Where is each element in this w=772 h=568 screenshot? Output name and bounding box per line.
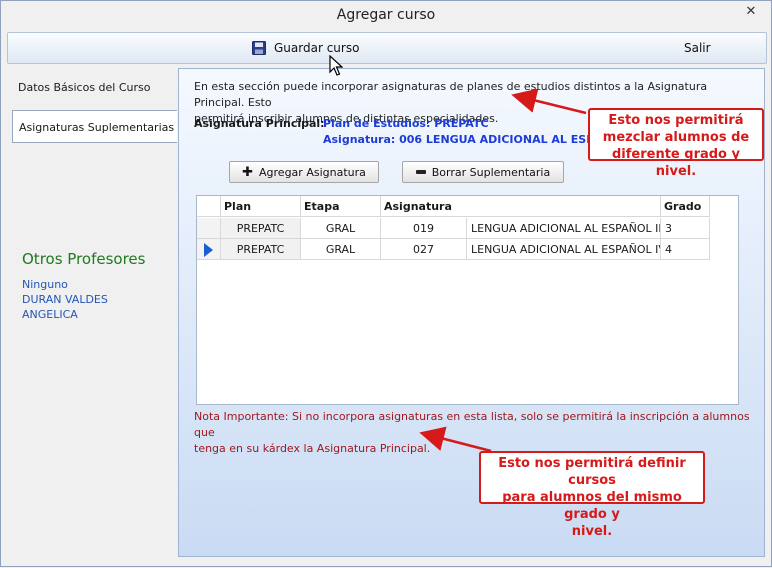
table-row[interactable]: PREPATC GRAL 027 LENGUA ADICIONAL AL ESP…: [197, 239, 710, 260]
exit-button[interactable]: Salir: [684, 41, 711, 55]
sidebar-item-datos-basicos[interactable]: Datos Básicos del Curso: [12, 71, 177, 104]
triangle-right-icon: [204, 243, 213, 257]
table-header-row: Plan Etapa Asignatura Grado: [197, 196, 710, 217]
table-row[interactable]: PREPATC GRAL 019 LENGUA ADICIONAL AL ESP…: [197, 218, 710, 239]
dialog-window: Agregar curso ✕ Guardar curso Salir Dato…: [0, 0, 772, 567]
column-header-plan[interactable]: Plan: [221, 196, 301, 217]
plan-value: Plan de Estudios: PREPATC: [323, 117, 489, 130]
important-note: Nota Importante: Si no incorpora asignat…: [194, 409, 754, 457]
other-teachers-title: Otros Profesores: [22, 250, 146, 268]
close-button[interactable]: ✕: [737, 3, 765, 21]
cell-grado[interactable]: 3: [661, 218, 710, 239]
other-teacher-item: Ninguno: [22, 278, 68, 291]
callout-line: Esto nos permitirá definir cursos: [498, 456, 686, 488]
add-subject-button[interactable]: ✚ Agregar Asignatura: [229, 161, 379, 183]
save-course-button[interactable]: Guardar curso: [252, 39, 359, 57]
column-header-asignatura[interactable]: Asignatura: [381, 196, 661, 217]
add-subject-label: Agregar Asignatura: [259, 165, 366, 179]
cell-plan[interactable]: PREPATC: [221, 218, 301, 239]
sidebar: Datos Básicos del Curso Asignaturas Supl…: [7, 67, 177, 559]
callout-line: para alumnos del mismo grado y: [502, 490, 682, 522]
callout-line: nivel.: [571, 524, 613, 539]
window-title: Agregar curso: [336, 7, 436, 23]
column-header-etapa[interactable]: Etapa: [301, 196, 381, 217]
other-teacher-item: ANGELICA: [22, 308, 78, 321]
column-header-grado[interactable]: Grado: [661, 196, 710, 217]
delete-supplementary-button[interactable]: Borrar Suplementaria: [402, 161, 564, 183]
callout-line: mezclar alumnos de: [602, 130, 750, 145]
cell-etapa[interactable]: GRAL: [301, 239, 381, 260]
mouse-cursor-icon: [329, 55, 343, 76]
intro-line: En esta sección puede incorporar asignat…: [194, 80, 708, 109]
row-header-corner: [197, 196, 221, 217]
cell-subject-code[interactable]: 019: [381, 218, 467, 239]
cell-subject-name[interactable]: LENGUA ADICIONAL AL ESPAÑOL IV: [467, 239, 661, 260]
row-selector[interactable]: [197, 239, 221, 260]
annotation-callout: Esto nos permitirá definir cursos para a…: [479, 451, 705, 539]
save-icon: [252, 41, 266, 55]
cell-grado[interactable]: 4: [661, 239, 710, 260]
cell-etapa[interactable]: GRAL: [301, 218, 381, 239]
minus-icon: [415, 170, 426, 174]
title-bar: Agregar curso ✕: [1, 1, 771, 31]
principal-subject-label: Asignatura Principal:: [194, 117, 325, 130]
row-selector[interactable]: [197, 218, 221, 239]
plus-icon: ✚: [242, 164, 254, 180]
callout-line: Esto nos permitirá: [608, 113, 744, 128]
sidebar-item-asignaturas-suplementarias[interactable]: Asignaturas Suplementarias: [12, 110, 177, 143]
save-course-label: Guardar curso: [274, 41, 360, 55]
callout-line: diferente grado y nivel.: [611, 147, 740, 179]
delete-supplementary-label: Borrar Suplementaria: [431, 165, 551, 179]
annotation-callout: Esto nos permitirá mezclar alumnos de di…: [588, 108, 764, 179]
cell-plan[interactable]: PREPATC: [221, 239, 301, 260]
other-teacher-item: DURAN VALDES: [22, 293, 108, 306]
toolbar: Guardar curso Salir: [7, 32, 767, 64]
subject-value: Asignatura: 006 LENGUA ADICIONAL AL ESPA…: [323, 133, 628, 146]
note-line: Nota Importante: Si no incorpora asignat…: [194, 410, 750, 439]
cell-subject-code[interactable]: 027: [381, 239, 467, 260]
subjects-table: Plan Etapa Asignatura Grado PREPATC GRAL…: [196, 195, 739, 405]
cell-subject-name[interactable]: LENGUA ADICIONAL AL ESPAÑOL III: [467, 218, 661, 239]
other-teachers-list: Ninguno DURAN VALDES ANGELICA: [22, 277, 108, 322]
